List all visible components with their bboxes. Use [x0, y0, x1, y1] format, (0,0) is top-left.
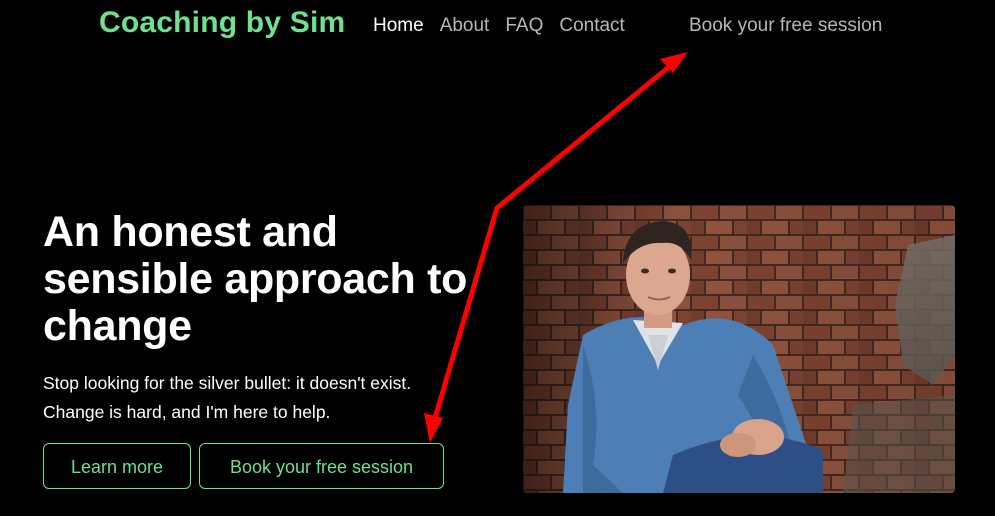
book-session-button[interactable]: Book your free session — [199, 443, 444, 489]
learn-more-button[interactable]: Learn more — [43, 443, 191, 489]
nav-contact-link[interactable]: Contact — [559, 14, 624, 38]
hero-subtitle: Stop looking for the silver bullet: it d… — [43, 369, 483, 427]
hero-photo — [523, 205, 955, 493]
arrow-head-top — [660, 52, 688, 73]
nav-book-session-link[interactable]: Book your free session — [689, 14, 882, 38]
nav-faq-link[interactable]: FAQ — [505, 14, 543, 38]
main-nav: Home About FAQ Contact — [373, 14, 625, 38]
hero-title: An honest and sensible approach to chang… — [43, 208, 468, 350]
hero-subtitle-line-2: Change is hard, and I'm here to help. — [43, 402, 331, 422]
nav-about-link[interactable]: About — [440, 14, 490, 38]
nav-home-link[interactable]: Home — [373, 14, 424, 38]
portrait-photo — [523, 205, 955, 493]
brand-logo[interactable]: Coaching by Sim — [99, 4, 345, 42]
hero-subtitle-line-1: Stop looking for the silver bullet: it d… — [43, 373, 412, 393]
